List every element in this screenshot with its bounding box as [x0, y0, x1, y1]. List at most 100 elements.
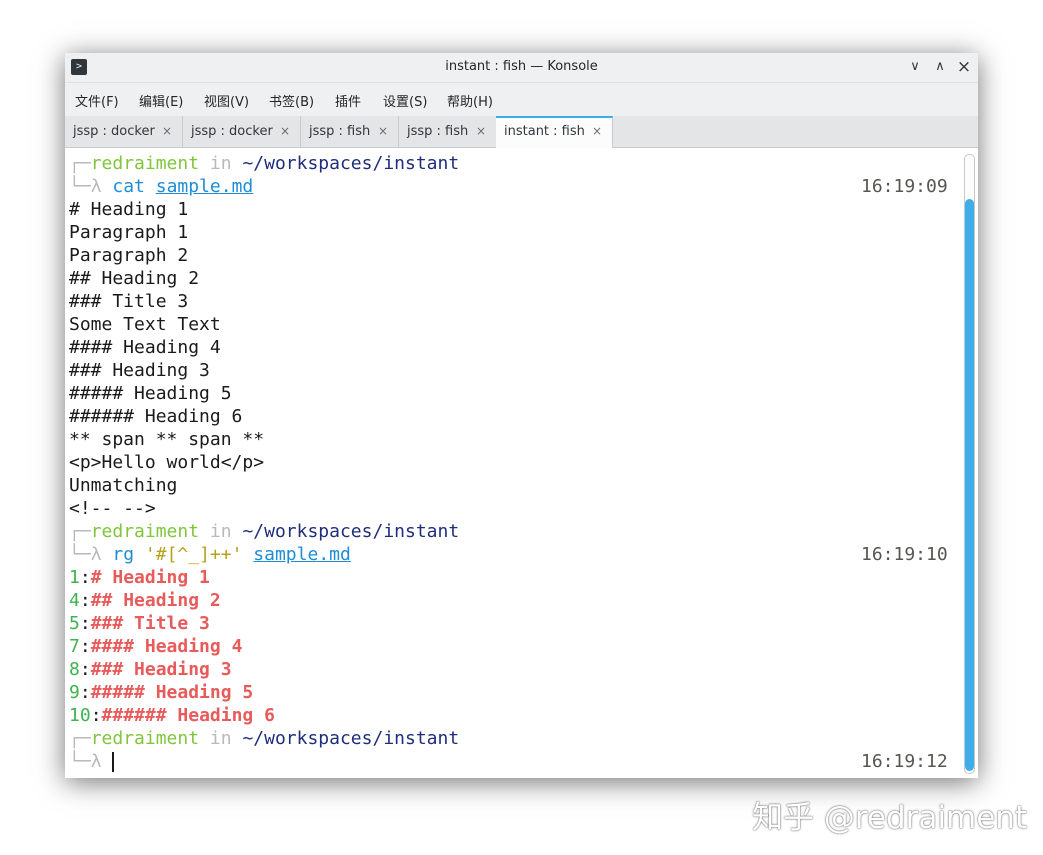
timestamp: 16:19:12 — [861, 751, 948, 772]
tab-close-icon[interactable]: × — [280, 116, 290, 147]
text-cursor — [112, 752, 115, 772]
prompt-path: ~/workspaces/instant — [242, 153, 460, 174]
prompt-corner: └─ — [69, 751, 91, 772]
command-line: └─λ rg '#[^_]++' sample.md — [69, 543, 351, 566]
prompt-user: redraiment — [90, 153, 200, 174]
line-number: 9 — [69, 682, 80, 703]
line-number: 7 — [69, 636, 80, 657]
tab-close-icon[interactable]: × — [378, 116, 388, 147]
prompt-lambda: λ — [90, 176, 102, 197]
output-line: Paragraph 1 — [69, 222, 189, 243]
menu-help[interactable]: 帮助(H) — [447, 91, 493, 110]
output-line: ## Heading 2 — [69, 268, 200, 289]
konsole-window: > instant : fish — Konsole ∨ ∧ × 文件(F) 编… — [65, 53, 978, 778]
menu-plugins[interactable]: 插件 — [335, 91, 361, 110]
line-number: 1 — [69, 567, 80, 588]
match-line: 7:#### Heading 4 — [69, 636, 243, 657]
output-line: Paragraph 2 — [69, 245, 189, 266]
output-line: ###### Heading 6 — [69, 406, 243, 427]
tab-jssp-fish-1[interactable]: jssp : fish × — [301, 116, 399, 147]
prompt-line: ┌─redraiment in ~/workspaces/instant — [69, 520, 459, 543]
tab-label: instant : fish — [504, 124, 585, 139]
tab-label: jssp : fish — [309, 124, 371, 139]
prompt-user: redraiment — [90, 728, 200, 749]
match-text: # Heading 1 — [90, 567, 210, 588]
command: cat — [112, 176, 145, 197]
tab-instant-fish[interactable]: instant : fish × — [496, 116, 613, 148]
line-number: 4 — [69, 590, 80, 611]
match-text: #### Heading 4 — [90, 636, 243, 657]
match-text: ##### Heading 5 — [90, 682, 254, 703]
menu-edit[interactable]: 编辑(E) — [139, 91, 183, 110]
tab-jssp-docker-1[interactable]: jssp : docker × — [65, 116, 183, 147]
minimize-button[interactable]: ∨ — [906, 58, 924, 76]
output-line: ### Heading 3 — [69, 360, 210, 381]
match-text: ### Heading 3 — [90, 659, 232, 680]
prompt-in: in — [209, 728, 232, 749]
window-title: instant : fish — Konsole — [445, 59, 598, 74]
tab-bar: jssp : docker × jssp : docker × jssp : f… — [65, 116, 978, 148]
prompt-lambda: λ — [90, 544, 102, 565]
close-button[interactable]: × — [955, 58, 973, 76]
command-arg[interactable]: sample.md — [156, 176, 254, 197]
match-line: 4:## Heading 2 — [69, 590, 221, 611]
prompt-line: ┌─redraiment in ~/workspaces/instant — [69, 727, 459, 750]
match-text: ###### Heading 6 — [101, 705, 275, 726]
prompt-in: in — [209, 153, 232, 174]
prompt-in: in — [209, 521, 232, 542]
tab-jssp-fish-2[interactable]: jssp : fish × — [399, 116, 497, 147]
tab-jssp-docker-2[interactable]: jssp : docker × — [183, 116, 301, 147]
tab-label: jssp : docker — [73, 124, 155, 139]
menu-bookmarks[interactable]: 书签(B) — [269, 91, 314, 110]
output-line: <!-- --> — [69, 498, 156, 519]
menu-bar: 文件(F) 编辑(E) 视图(V) 书签(B) 插件 设置(S) 帮助(H) — [65, 83, 978, 116]
match-line: 5:### Title 3 — [69, 613, 210, 634]
watermark: 知乎 @redraiment — [752, 800, 1028, 836]
prompt-user: redraiment — [90, 521, 200, 542]
line-number: 5 — [69, 613, 80, 634]
prompt-corner: ┌─ — [69, 521, 91, 542]
tab-close-icon[interactable]: × — [162, 116, 172, 147]
menu-settings[interactable]: 设置(S) — [383, 91, 427, 110]
scrollbar-thumb[interactable] — [965, 199, 974, 771]
command-pattern: '#[^_]++' — [144, 544, 243, 565]
prompt-path: ~/workspaces/instant — [242, 728, 460, 749]
output-line: # Heading 1 — [69, 199, 189, 220]
terminal-area[interactable]: ┌─redraiment in ~/workspaces/instant └─λ… — [65, 148, 957, 778]
command: rg — [112, 544, 135, 565]
menu-file[interactable]: 文件(F) — [75, 91, 119, 110]
match-text: ## Heading 2 — [90, 590, 221, 611]
match-line: 1:# Heading 1 — [69, 567, 210, 588]
match-line: 10:###### Heading 6 — [69, 705, 275, 726]
prompt-corner: └─ — [69, 544, 91, 565]
output-line: ### Title 3 — [69, 291, 189, 312]
tab-label: jssp : docker — [191, 124, 273, 139]
match-line: 9:##### Heading 5 — [69, 682, 254, 703]
prompt-corner: ┌─ — [69, 728, 91, 749]
tab-label: jssp : fish — [407, 124, 469, 139]
prompt-lambda: λ — [90, 751, 102, 772]
tab-close-icon[interactable]: × — [476, 116, 486, 147]
output-line: Some Text Text — [69, 314, 221, 335]
output-line: ** span ** span ** — [69, 429, 265, 450]
command-line[interactable]: └─λ — [69, 750, 115, 773]
prompt-path: ~/workspaces/instant — [242, 521, 460, 542]
match-text: ### Title 3 — [90, 613, 210, 634]
line-number: 10 — [69, 705, 91, 726]
line-number: 8 — [69, 659, 80, 680]
output-line: Unmatching — [69, 475, 178, 496]
output-line: ##### Heading 5 — [69, 383, 232, 404]
output-line: <p>Hello world</p> — [69, 452, 265, 473]
command-arg[interactable]: sample.md — [253, 544, 351, 565]
command-line: └─λ cat sample.md — [69, 175, 253, 198]
timestamp: 16:19:10 — [861, 544, 948, 565]
menu-view[interactable]: 视图(V) — [204, 91, 249, 110]
tab-close-icon[interactable]: × — [592, 118, 602, 145]
prompt-line: ┌─redraiment in ~/workspaces/instant — [69, 152, 459, 175]
maximize-button[interactable]: ∧ — [931, 58, 949, 76]
prompt-corner: └─ — [69, 176, 91, 197]
prompt-corner: ┌─ — [69, 153, 91, 174]
match-line: 8:### Heading 3 — [69, 659, 232, 680]
timestamp: 16:19:09 — [861, 176, 948, 197]
title-bar[interactable]: > instant : fish — Konsole ∨ ∧ × — [65, 53, 978, 83]
